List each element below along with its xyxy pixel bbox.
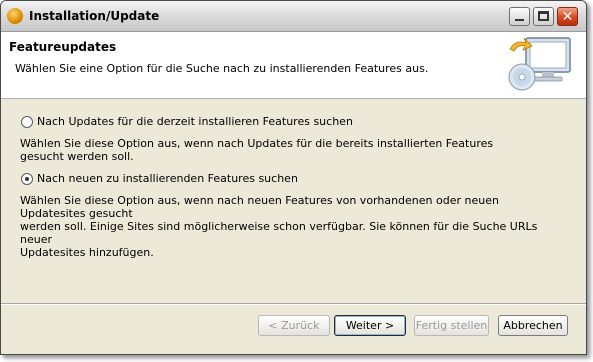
radio-new-features[interactable] <box>21 173 33 185</box>
maximize-button[interactable] <box>533 7 554 26</box>
window-title: Installation/Update <box>29 9 160 23</box>
option-new-features-description: Wählen Sie diese Option aus, wenn nach n… <box>20 194 540 259</box>
cd-monitor-update-icon <box>508 37 571 91</box>
options-area: Nach Updates für die derzeit installiere… <box>1 99 586 299</box>
app-icon <box>7 8 23 24</box>
option-new-features-label[interactable]: Nach neuen zu installierenden Features s… <box>37 172 298 185</box>
finish-button[interactable]: Fertig stellen <box>414 315 489 336</box>
description-line: werden soll. Einige Sites sind möglicher… <box>20 220 538 246</box>
next-button[interactable]: Weiter > <box>334 315 406 336</box>
maximize-icon <box>538 11 549 21</box>
back-button[interactable]: < Zurück <box>258 315 330 336</box>
wizard-banner: Featureupdates Wählen Sie eine Option fü… <box>1 32 586 99</box>
close-icon: ✕ <box>561 9 574 25</box>
description-line: Updatesites hinzufügen. <box>20 246 154 259</box>
radio-updates[interactable] <box>21 116 33 128</box>
description-line: Wählen Sie diese Option aus, wenn nach n… <box>20 194 499 220</box>
footer-separator <box>1 303 586 305</box>
installation-update-dialog: Installation/Update ✕ Featureupdates Wäh… <box>0 0 587 355</box>
minimize-icon <box>515 19 524 21</box>
page-description: Wählen Sie eine Option für die Suche nac… <box>15 62 429 75</box>
title-bar[interactable]: Installation/Update ✕ <box>1 1 586 32</box>
close-button[interactable]: ✕ <box>557 7 578 26</box>
option-updates-description: Wählen Sie diese Option aus, wenn nach U… <box>20 137 494 163</box>
cancel-button[interactable]: Abbrechen <box>498 315 568 336</box>
option-updates-label[interactable]: Nach Updates für die derzeit installiere… <box>37 115 353 128</box>
page-title: Featureupdates <box>9 40 117 54</box>
minimize-button[interactable] <box>509 7 530 26</box>
